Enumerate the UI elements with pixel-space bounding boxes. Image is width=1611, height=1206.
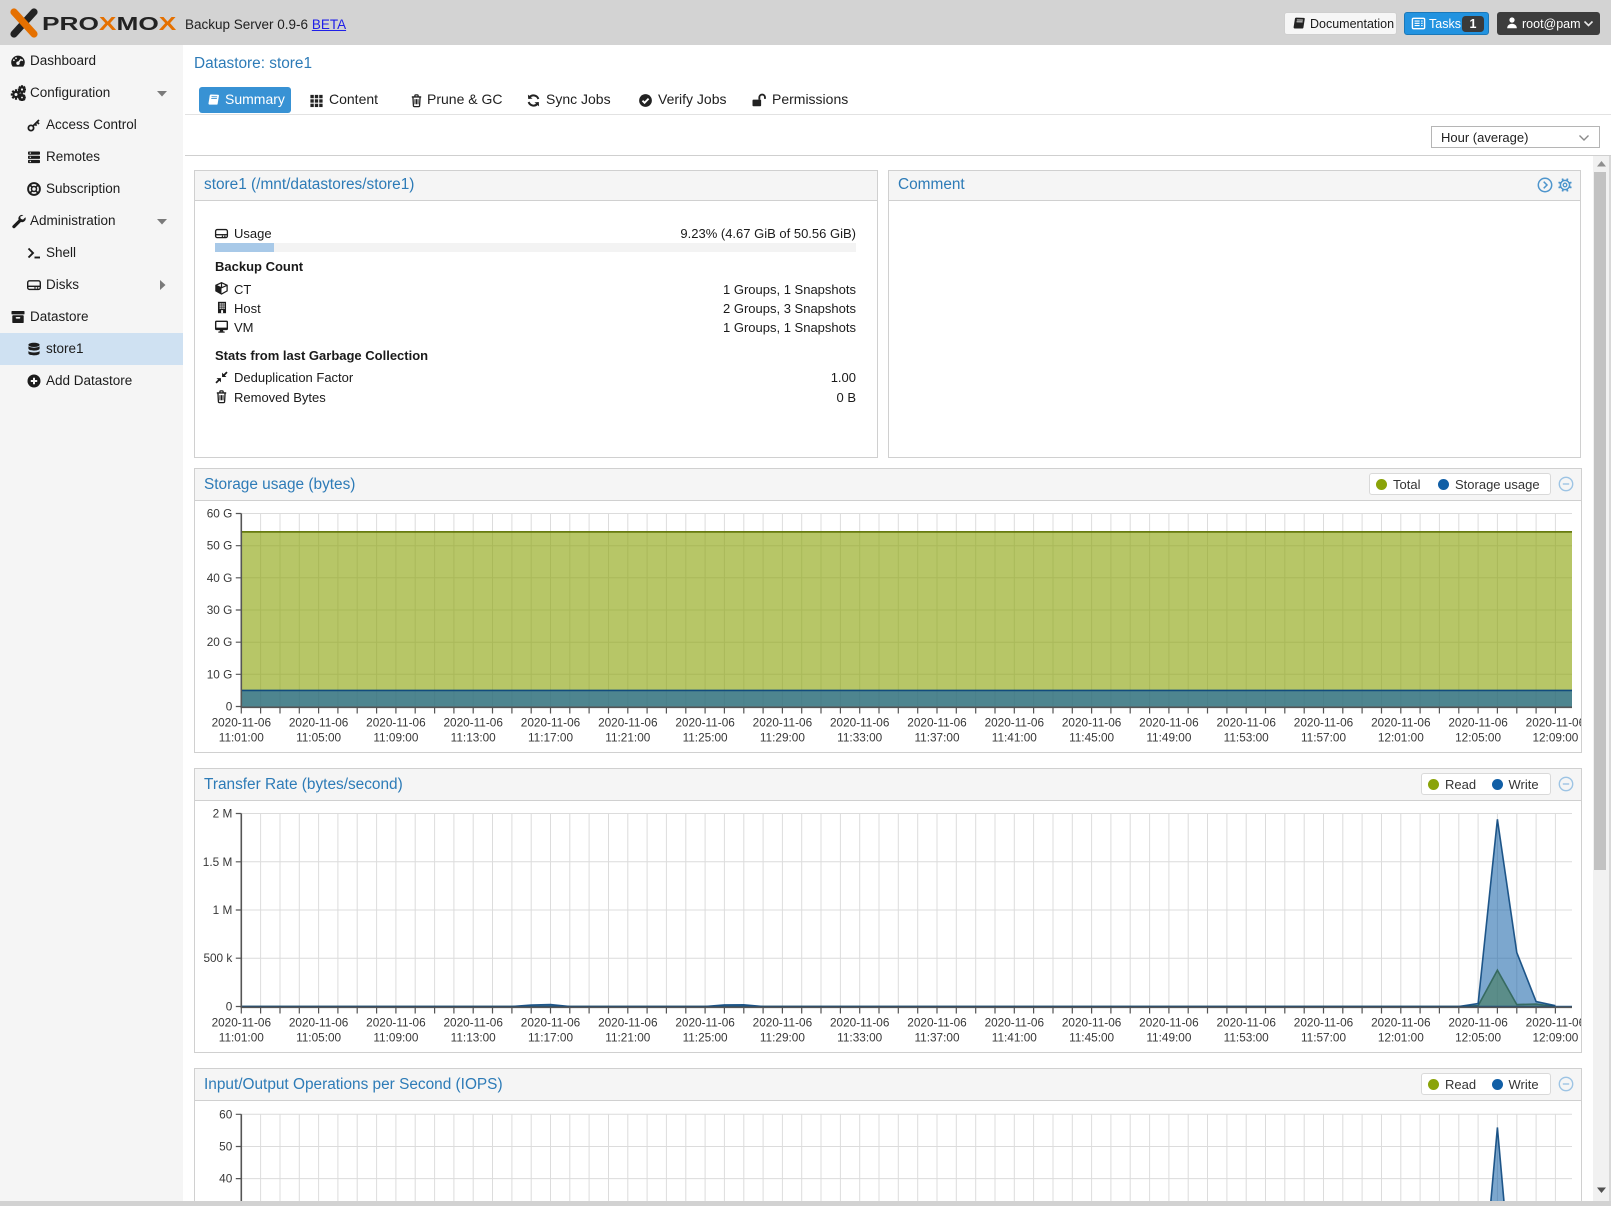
svg-text:20 G: 20 G	[207, 635, 233, 649]
svg-text:2020-11-06: 2020-11-06	[1216, 716, 1276, 730]
svg-text:60: 60	[219, 1107, 233, 1121]
svg-text:2020-11-06: 2020-11-06	[1526, 1016, 1581, 1030]
svg-text:11:57:00: 11:57:00	[1301, 1031, 1346, 1045]
svg-text:12:01:00: 12:01:00	[1378, 1031, 1424, 1045]
svg-text:12:05:00: 12:05:00	[1455, 1031, 1501, 1045]
svg-text:11:25:00: 11:25:00	[683, 1031, 728, 1045]
svg-text:11:57:00: 11:57:00	[1301, 731, 1346, 745]
svg-text:12:09:00: 12:09:00	[1532, 731, 1578, 745]
svg-text:11:05:00: 11:05:00	[296, 731, 341, 745]
svg-text:11:41:00: 11:41:00	[992, 731, 1037, 745]
svg-text:11:49:00: 11:49:00	[1146, 1031, 1191, 1045]
svg-text:2020-11-06: 2020-11-06	[1371, 1016, 1431, 1030]
svg-text:12:05:00: 12:05:00	[1455, 731, 1501, 745]
svg-text:50 G: 50 G	[207, 539, 233, 553]
svg-text:11:09:00: 11:09:00	[373, 1031, 418, 1045]
svg-text:2020-11-06: 2020-11-06	[1526, 716, 1581, 730]
svg-text:11:37:00: 11:37:00	[914, 731, 959, 745]
svg-text:2020-11-06: 2020-11-06	[521, 1016, 581, 1030]
svg-text:2020-11-06: 2020-11-06	[1294, 716, 1354, 730]
svg-text:11:13:00: 11:13:00	[451, 731, 496, 745]
svg-text:11:09:00: 11:09:00	[373, 731, 418, 745]
svg-text:11:01:00: 11:01:00	[219, 731, 264, 745]
svg-text:2020-11-06: 2020-11-06	[521, 716, 581, 730]
svg-text:11:25:00: 11:25:00	[683, 731, 728, 745]
svg-text:11:29:00: 11:29:00	[760, 1031, 805, 1045]
svg-text:2020-11-06: 2020-11-06	[830, 1016, 890, 1030]
svg-text:2020-11-06: 2020-11-06	[907, 1016, 967, 1030]
svg-text:2020-11-06: 2020-11-06	[1294, 1016, 1354, 1030]
svg-text:2020-11-06: 2020-11-06	[1062, 1016, 1122, 1030]
svg-text:2020-11-06: 2020-11-06	[985, 1016, 1045, 1030]
svg-text:11:17:00: 11:17:00	[528, 731, 573, 745]
svg-text:2020-11-06: 2020-11-06	[907, 716, 967, 730]
svg-text:2020-11-06: 2020-11-06	[753, 716, 813, 730]
svg-text:2020-11-06: 2020-11-06	[1448, 1016, 1508, 1030]
svg-text:2020-11-06: 2020-11-06	[675, 1016, 735, 1030]
svg-text:11:37:00: 11:37:00	[914, 1031, 959, 1045]
svg-text:50: 50	[219, 1140, 233, 1154]
svg-text:11:29:00: 11:29:00	[760, 731, 805, 745]
svg-text:11:49:00: 11:49:00	[1146, 731, 1191, 745]
svg-text:2020-11-06: 2020-11-06	[830, 716, 890, 730]
svg-text:2020-11-06: 2020-11-06	[753, 1016, 813, 1030]
svg-text:0: 0	[226, 700, 233, 714]
svg-text:11:17:00: 11:17:00	[528, 1031, 573, 1045]
svg-text:2020-11-06: 2020-11-06	[1216, 1016, 1276, 1030]
svg-text:1 M: 1 M	[213, 903, 233, 917]
svg-text:2 M: 2 M	[213, 807, 233, 821]
svg-text:2020-11-06: 2020-11-06	[1139, 716, 1199, 730]
svg-text:2020-11-06: 2020-11-06	[1448, 716, 1508, 730]
svg-text:500 k: 500 k	[203, 951, 232, 965]
svg-text:11:41:00: 11:41:00	[992, 1031, 1037, 1045]
svg-text:2020-11-06: 2020-11-06	[598, 716, 658, 730]
svg-text:2020-11-06: 2020-11-06	[1371, 716, 1431, 730]
svg-text:2020-11-06: 2020-11-06	[443, 716, 503, 730]
svg-text:11:13:00: 11:13:00	[451, 1031, 496, 1045]
svg-text:40: 40	[219, 1172, 233, 1186]
svg-text:40 G: 40 G	[207, 571, 233, 585]
svg-text:2020-11-06: 2020-11-06	[1062, 716, 1122, 730]
svg-text:11:05:00: 11:05:00	[296, 1031, 341, 1045]
svg-text:1.5 M: 1.5 M	[203, 855, 233, 869]
svg-text:2020-11-06: 2020-11-06	[212, 716, 272, 730]
svg-text:11:33:00: 11:33:00	[837, 731, 882, 745]
svg-text:60 G: 60 G	[207, 507, 233, 521]
svg-text:30 G: 30 G	[207, 603, 233, 617]
svg-text:11:21:00: 11:21:00	[605, 731, 650, 745]
svg-text:2020-11-06: 2020-11-06	[289, 1016, 349, 1030]
svg-text:12:01:00: 12:01:00	[1378, 731, 1424, 745]
svg-text:11:53:00: 11:53:00	[1224, 731, 1269, 745]
svg-text:11:45:00: 11:45:00	[1069, 1031, 1114, 1045]
svg-text:11:01:00: 11:01:00	[219, 1031, 264, 1045]
svg-text:11:45:00: 11:45:00	[1069, 731, 1114, 745]
svg-text:11:21:00: 11:21:00	[605, 1031, 650, 1045]
svg-text:2020-11-06: 2020-11-06	[212, 1016, 272, 1030]
svg-text:11:53:00: 11:53:00	[1224, 1031, 1269, 1045]
svg-text:0: 0	[226, 1000, 233, 1014]
svg-text:12:09:00: 12:09:00	[1532, 1031, 1578, 1045]
svg-text:2020-11-06: 2020-11-06	[985, 716, 1045, 730]
svg-text:2020-11-06: 2020-11-06	[366, 716, 426, 730]
svg-text:2020-11-06: 2020-11-06	[1139, 1016, 1199, 1030]
svg-text:2020-11-06: 2020-11-06	[366, 1016, 426, 1030]
svg-text:2020-11-06: 2020-11-06	[289, 716, 349, 730]
svg-text:2020-11-06: 2020-11-06	[443, 1016, 503, 1030]
svg-text:2020-11-06: 2020-11-06	[598, 1016, 658, 1030]
svg-text:2020-11-06: 2020-11-06	[675, 716, 735, 730]
svg-text:11:33:00: 11:33:00	[837, 1031, 882, 1045]
svg-text:10 G: 10 G	[207, 667, 233, 681]
